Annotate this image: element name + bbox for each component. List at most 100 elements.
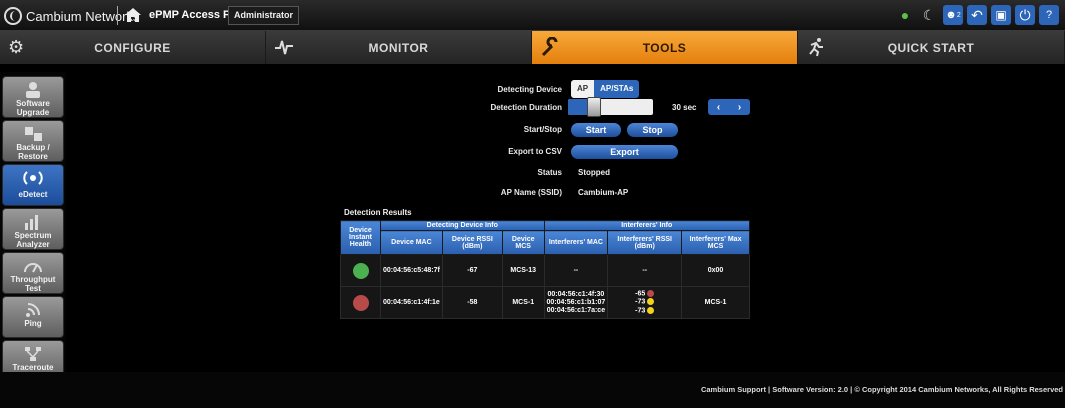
col-device-health: Device Instant Health [340,220,381,255]
health-indicator [352,294,369,311]
ping-icon [26,303,40,317]
sidebar-item-throughput-test[interactable]: Throughput Test [2,252,64,294]
tab-configure[interactable]: ⚙ CONFIGURE [0,31,266,64]
header-divider [117,6,118,25]
health-cell [340,286,381,319]
group-detecting-device-info: Detecting Device Info [380,220,545,231]
cambium-logo-icon [4,7,22,25]
device-rssi: -58 [441,286,503,319]
sidebar-item-label: Ping [24,319,42,328]
col-device-mcs: Device MCS [501,230,545,255]
device-mcs: MCS-13 [501,254,545,287]
power-icon[interactable]: ⏻ [1015,5,1035,25]
sidebar-item-label: eDetect [18,190,48,199]
detecting-device-label: Detecting Device [497,85,562,94]
brand-name: Cambium Networks [26,8,140,24]
detecting-device-option-apstas[interactable]: AP/STAs [594,80,640,98]
interferers-rssi-list: -65 -73 -73 [607,286,683,319]
cambium-logo: Cambium Networks [4,7,139,25]
help-icon[interactable]: ? [1039,5,1059,25]
detection-results-table: Device Instant Health Detecting Device I… [340,220,751,319]
traceroute-icon [25,347,41,361]
detection-duration-slider[interactable] [568,97,653,117]
interferer-rssi: -65 [635,290,646,298]
interferers-max-mcs: MCS-1 [681,286,750,319]
spectrum-analyzer-icon [25,215,38,230]
rssi-indicator-yellow [647,306,655,314]
group-interferers-info: Interferers' Info [543,220,751,231]
edetect-icon [23,171,43,185]
device-mac: 00:04:56:c1:4f:1e [380,286,443,319]
software-upgrade-icon [26,82,40,98]
sidebar-item-spectrum-analyzer[interactable]: Spectrum Analyzer [2,208,64,250]
sidebar-item-label: Traceroute [12,363,54,372]
stop-button[interactable]: Stop [627,123,678,137]
export-csv-label: Export to CSV [508,147,562,156]
sidebar-item-backup-restore[interactable]: Backup / Restore [2,120,64,162]
chevron-left-icon[interactable]: ‹ [717,102,720,113]
status-label: Status [537,168,562,177]
health-indicator [352,262,369,279]
device-rssi: -67 [441,254,503,287]
interferer-rssi: -73 [635,298,646,306]
user-notification-icon[interactable]: ☻ 2 [943,5,963,25]
rssi-indicator-red [647,289,655,297]
user-role-badge: Administrator [228,6,300,25]
interferers-mac: -- [543,254,609,287]
sidebar-item-edetect[interactable]: eDetect [2,164,64,206]
sidebar-item-ping[interactable]: Ping [2,296,64,338]
tab-quick-start-label: QUICK START [887,40,975,55]
interferer-rssi-entry: -65 [610,289,679,298]
start-button[interactable]: Start [571,123,621,137]
detecting-device-toggle: AP AP/STAs [571,80,640,98]
satellite-icon[interactable]: ☾ [919,5,939,25]
tab-tools-label: TOOLS [642,40,687,55]
chevron-right-icon[interactable]: › [738,102,741,113]
interferers-max-mcs: 0x00 [681,254,750,287]
pulse-icon [274,37,294,57]
detecting-device-option-ap[interactable]: AP [571,80,595,98]
health-cell [340,254,381,287]
runner-icon [806,37,826,57]
interferer-mac: 00:04:56:c1:4f:30 [547,290,605,298]
col-interferers-max-mcs: Interferers' Max MCS [681,230,750,255]
footer: Cambium Support | Software Version: 2.0 … [0,372,1065,408]
table-row: 00:04:56:c5:48:7f -67 MCS-13 -- -- 0x00 [340,254,750,287]
main-nav: ⚙ CONFIGURE MONITOR TOOLS QUICK START [0,31,1065,64]
top-bar: Cambium Networks ePMP Access Point Admin… [0,0,1065,31]
save-icon[interactable]: ▣ [991,5,1011,25]
detection-results-title: Detection Results [344,208,412,217]
sidebar-item-label: Throughput Test [10,275,56,293]
tools-sidebar: Software Upgrade Backup / Restore eDetec… [0,72,66,382]
interferer-rssi-entry: -73 [610,298,679,306]
sidebar-item-label: Spectrum Analyzer [14,231,52,249]
ap-name-value: Cambium-AP [578,188,629,197]
footer-text: Cambium Support | Software Version: 2.0 … [700,385,1063,394]
interferer-mac: 00:04:56:c1:b1:07 [546,298,606,306]
tab-tools[interactable]: TOOLS [532,31,798,64]
duration-stepper: ‹ › [708,99,750,115]
device-mcs: MCS-1 [501,286,545,319]
detection-duration-label: Detection Duration [490,103,562,112]
table-row: 00:04:56:c1:4f:1e -58 MCS-1 00:04:56:c1:… [340,286,750,319]
sidebar-item-software-upgrade[interactable]: Software Upgrade [2,76,64,118]
tab-quick-start[interactable]: QUICK START [798,31,1065,64]
tab-monitor[interactable]: MONITOR [266,31,532,64]
undo-icon[interactable]: ↶ [967,5,987,25]
toolbar-icons: ● ☾ ☻ 2 ↶ ▣ ⏻ ? [895,5,1059,25]
slider-handle[interactable] [587,97,601,117]
interferers-mac-list: 00:04:56:c1:4f:30 00:04:56:c1:b1:07 00:0… [543,286,609,319]
home-icon[interactable] [124,7,142,23]
rssi-indicator-yellow [647,298,655,306]
tab-monitor-label: MONITOR [368,40,429,55]
gear-icon: ⚙ [8,37,25,57]
device-mac: 00:04:56:c5:48:7f [380,254,443,287]
sidebar-item-label: Backup / Restore [16,143,50,161]
notification-count: 2 [956,11,961,19]
globe-icon[interactable]: ● [895,5,915,25]
throughput-icon [24,263,42,273]
interferer-rssi-entry: -73 [610,306,679,315]
col-device-rssi: Device RSSI (dBm) [441,230,503,255]
export-button[interactable]: Export [571,145,678,159]
interferer-mac: 00:04:56:c1:7a:ce [546,306,606,314]
